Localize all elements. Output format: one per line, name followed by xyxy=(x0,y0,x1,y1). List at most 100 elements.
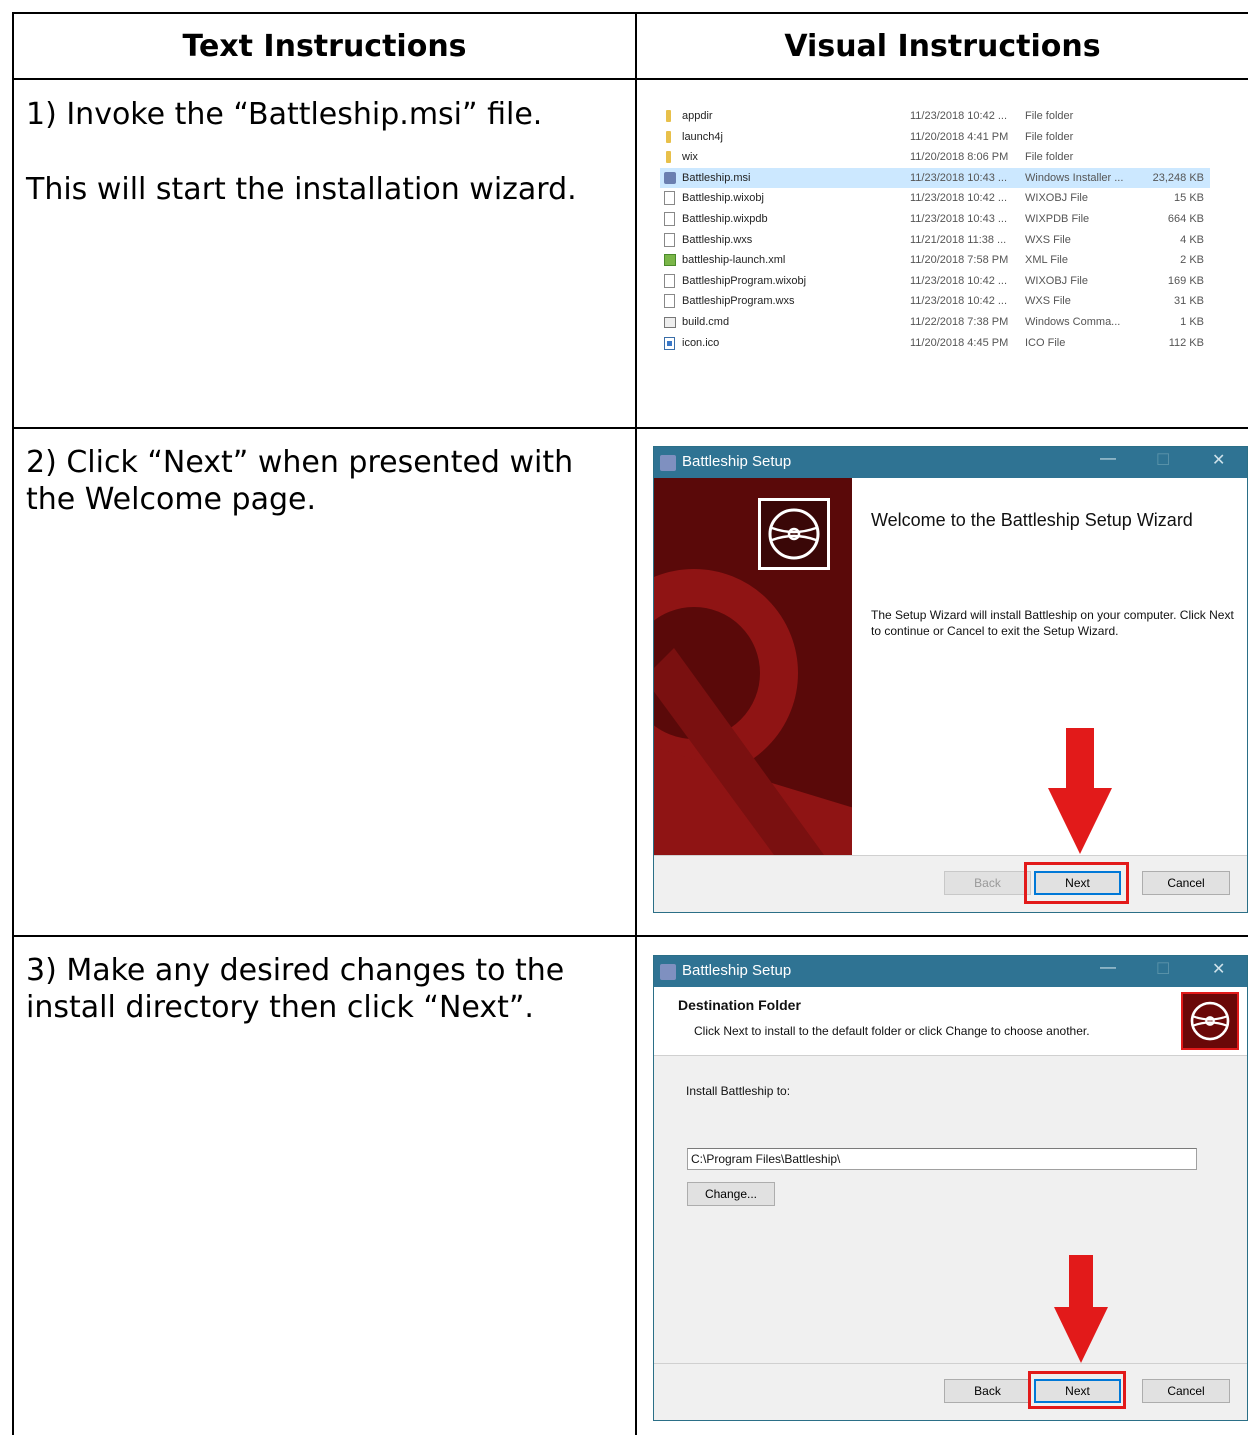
close-icon[interactable]: ✕ xyxy=(1212,959,1225,979)
file-size: 15 KB xyxy=(1174,192,1204,205)
xml-icon xyxy=(664,254,676,267)
table-border-left xyxy=(12,12,14,1435)
file-type: WIXOBJ File xyxy=(1025,274,1088,287)
file-row[interactable]: Battleship.wixpdb 11/23/2018 10:43 ... WIX… xyxy=(660,209,1210,230)
file-name: Battleship.msi xyxy=(682,171,751,184)
destination-header: Destination Folder Click Next to install… xyxy=(654,987,1247,1056)
next-button-highlight xyxy=(1028,1371,1126,1409)
window-title: Battleship Setup xyxy=(682,453,792,470)
install-label: Install Battleship to: xyxy=(686,1084,791,1098)
file-date: 11/20/2018 4:45 PM xyxy=(910,336,1009,349)
destination-heading: Destination Folder xyxy=(678,997,801,1013)
table-divider-vertical xyxy=(635,12,637,1435)
file-date: 11/20/2018 7:58 PM xyxy=(910,254,1009,267)
button-bar-separator xyxy=(654,855,1247,856)
disc-icon xyxy=(1181,992,1239,1050)
minimize-icon[interactable]: — xyxy=(1100,959,1116,977)
file-date: 11/22/2018 7:38 PM xyxy=(910,315,1009,328)
file-name: icon.ico xyxy=(682,336,720,349)
next-button-highlight xyxy=(1024,862,1129,904)
file-type: File folder xyxy=(1025,151,1074,164)
file-row[interactable]: build.cmd 11/22/2018 7:38 PM Windows Comma… xyxy=(660,312,1210,333)
step-1-line-1: 1) Invoke the “Battleship.msi” file. xyxy=(26,97,543,132)
cmd-icon xyxy=(664,316,676,328)
installer-icon xyxy=(660,455,676,471)
header-visual-instructions: Visual Instructions xyxy=(784,28,1101,64)
file-type: ICO File xyxy=(1025,336,1066,349)
file-date: 11/23/2018 10:42 ... xyxy=(910,192,1008,205)
file-name: Battleship.wixpdb xyxy=(682,212,768,225)
step-1-line-2: This will start the installation wizard. xyxy=(26,172,577,207)
file-type: Windows Comma... xyxy=(1025,315,1121,328)
file-size: 169 KB xyxy=(1167,274,1204,287)
table-divider-header xyxy=(12,78,1248,80)
file-name: BattleshipProgram.wxs xyxy=(682,295,795,308)
file-date: 11/21/2018 11:38 ... xyxy=(910,233,1007,246)
button-bar-separator xyxy=(654,1363,1247,1364)
file-date: 11/23/2018 10:42 ... xyxy=(910,110,1008,122)
step-2-text: 2) Click “Next” when presented with the … xyxy=(26,445,574,517)
image-icon xyxy=(664,336,675,350)
file-row[interactable]: Battleship.wxs 11/21/2018 11:38 ... WXS Fi… xyxy=(660,230,1210,251)
file-date: 11/20/2018 4:41 PM xyxy=(910,130,1009,143)
titlebar: Battleship Setup — ☐ ✕ xyxy=(654,447,1247,478)
file-size: 112 KB xyxy=(1168,336,1204,349)
file-type: File folder xyxy=(1025,110,1074,122)
file-name: appdir xyxy=(682,110,713,122)
file-row[interactable]: appdir 11/23/2018 10:42 ... File folder xyxy=(660,106,1210,127)
maximize-icon[interactable]: ☐ xyxy=(1156,959,1170,979)
change-button[interactable]: Change... xyxy=(687,1182,775,1206)
file-row[interactable]: Battleship.msi 11/23/2018 10:43 ... Window… xyxy=(660,167,1210,189)
titlebar: Battleship Setup — ☐ ✕ xyxy=(654,956,1247,987)
file-row[interactable]: launch4j 11/20/2018 4:41 PM File folder xyxy=(660,127,1210,148)
file-row[interactable]: icon.ico 11/20/2018 4:45 PM ICO File 112 KB xyxy=(660,333,1210,354)
file-size: 4 KB xyxy=(1180,233,1204,246)
file-date: 11/20/2018 8:06 PM xyxy=(910,151,1009,164)
file-type: WXS File xyxy=(1025,233,1071,246)
document-icon xyxy=(664,232,675,247)
back-button[interactable]: Back xyxy=(944,871,1031,895)
file-row[interactable]: wix 11/20/2018 8:06 PM File folder xyxy=(660,147,1210,168)
red-arrow-down-icon xyxy=(1048,728,1112,854)
file-size: 1 KB xyxy=(1180,315,1204,328)
window-title: Battleship Setup xyxy=(682,962,792,979)
welcome-body: The Setup Wizard will install Battleship… xyxy=(871,608,1234,638)
document-icon xyxy=(664,211,675,226)
file-name: Battleship.wxs xyxy=(682,233,753,246)
file-type: Windows Installer ... xyxy=(1025,171,1124,184)
file-type: WIXPDB File xyxy=(1025,212,1090,225)
file-size: 23,248 KB xyxy=(1152,171,1204,184)
welcome-heading: Welcome to the Battleship Setup Wizard xyxy=(871,510,1193,530)
document-icon xyxy=(664,294,675,309)
file-name: Battleship.wixobj xyxy=(682,192,764,205)
file-row[interactable]: battleship-launch.xml 11/20/2018 7:58 PM X… xyxy=(660,250,1210,271)
installer-icon xyxy=(660,964,676,980)
setup-wizard-destination: Battleship Setup — ☐ ✕ Destination Folde… xyxy=(653,955,1248,1421)
back-button[interactable]: Back xyxy=(944,1379,1031,1403)
folder-icon xyxy=(666,110,671,122)
cancel-button[interactable]: Cancel xyxy=(1142,1379,1230,1403)
red-arrow-down-icon xyxy=(1054,1255,1108,1363)
file-row[interactable]: BattleshipProgram.wxs 11/23/2018 10:42 ..… xyxy=(660,291,1210,312)
header-text-instructions: Text Instructions xyxy=(182,28,467,64)
installer-icon xyxy=(664,171,676,184)
file-name: launch4j xyxy=(682,130,723,143)
file-date: 11/23/2018 10:43 ... xyxy=(910,212,1008,225)
cancel-button[interactable]: Cancel xyxy=(1142,871,1230,895)
instructions-page: Text Instructions Visual Instructions 1)… xyxy=(0,0,1248,1435)
file-date: 11/23/2018 10:42 ... xyxy=(910,274,1008,287)
file-type: XML File xyxy=(1025,254,1068,267)
maximize-icon[interactable]: ☐ xyxy=(1156,450,1170,470)
table-divider-row1 xyxy=(12,427,1248,429)
close-icon[interactable]: ✕ xyxy=(1212,450,1225,470)
welcome-banner xyxy=(654,478,852,855)
document-icon xyxy=(664,273,675,288)
disc-icon xyxy=(758,498,830,570)
file-row[interactable]: Battleship.wixobj 11/23/2018 10:42 ... WIX… xyxy=(660,188,1210,209)
file-name: wix xyxy=(682,151,698,164)
file-row[interactable]: BattleshipProgram.wixobj 11/23/2018 10:42… xyxy=(660,271,1210,292)
install-path-input[interactable]: C:\Program Files\Battleship\ xyxy=(687,1148,1197,1170)
file-type: File folder xyxy=(1025,130,1074,143)
minimize-icon[interactable]: — xyxy=(1100,450,1116,468)
setup-wizard-welcome: Battleship Setup — ☐ ✕ Welcome to the Ba… xyxy=(653,446,1248,913)
